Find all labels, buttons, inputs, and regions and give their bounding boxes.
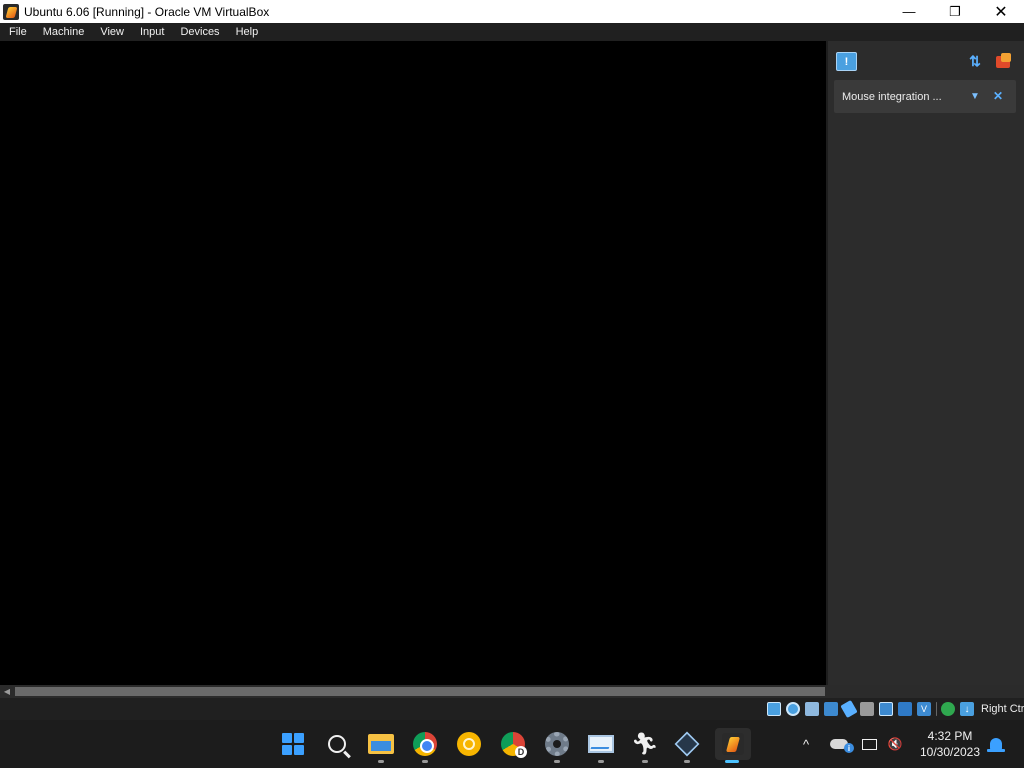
- vm-statusbar: V ↓ Right Ctrl: [0, 698, 1024, 720]
- notification-center: ! ⇅ Mouse integration ... ▼ ✕: [826, 41, 1024, 685]
- optical-drive-icon[interactable]: [786, 702, 800, 716]
- runner-icon: 🏃︎: [631, 731, 659, 756]
- chrome-button[interactable]: [409, 728, 441, 763]
- network-monitor-icon: [861, 738, 877, 750]
- vt-x-icon[interactable]: V: [917, 702, 931, 716]
- horizontal-scrollbar[interactable]: ◀: [0, 685, 1024, 698]
- notification-close-icon[interactable]: ✕: [991, 89, 1005, 103]
- search-icon: [328, 735, 346, 753]
- running-indicator: [642, 760, 648, 763]
- system-monitor-icon: [588, 735, 614, 753]
- volume-muted-icon: 🔇: [887, 737, 903, 751]
- close-icon: ✕: [994, 3, 1008, 21]
- chrome-canary-button[interactable]: [453, 728, 485, 760]
- menu-file[interactable]: File: [0, 23, 34, 41]
- scrollbar-thumb[interactable]: [15, 687, 825, 696]
- onedrive-icon: [830, 739, 854, 753]
- settings-icon: [545, 732, 569, 756]
- clear-all-icon[interactable]: [994, 52, 1014, 70]
- notification-item[interactable]: Mouse integration ... ▼ ✕: [834, 80, 1016, 113]
- network-icon[interactable]: [824, 702, 838, 716]
- scroll-left-icon[interactable]: ◀: [0, 685, 14, 698]
- window-titlebar: Ubuntu 6.06 [Running] - Oracle VM Virtua…: [0, 0, 1024, 23]
- settings-button[interactable]: [541, 728, 573, 763]
- virtualbox-manager-button[interactable]: [671, 728, 703, 763]
- search-button[interactable]: [321, 728, 353, 760]
- recording-icon[interactable]: [898, 702, 912, 716]
- notifications-button[interactable]: [986, 720, 1006, 768]
- running-indicator: [684, 760, 690, 763]
- file-explorer-button[interactable]: [365, 728, 397, 763]
- pin-icon[interactable]: ▼: [968, 89, 982, 103]
- chrome-icon: [413, 732, 437, 756]
- minimize-icon: —: [902, 4, 916, 19]
- taskbar-clock[interactable]: 4:32 PM 10/30/2023: [910, 728, 990, 760]
- sort-icon[interactable]: ⇅: [966, 52, 984, 70]
- clock-date: 10/30/2023: [919, 745, 981, 759]
- virtualbox-app-icon[interactable]: [3, 3, 19, 20]
- window-title: Ubuntu 6.06 [Running] - Oracle VM Virtua…: [24, 4, 270, 19]
- restore-icon: ❐: [949, 3, 961, 19]
- onedrive-tray-button[interactable]: [826, 720, 854, 768]
- maximize-button[interactable]: ❐: [932, 0, 978, 23]
- system-monitor-button[interactable]: [585, 728, 617, 763]
- file-explorer-icon: [368, 734, 394, 754]
- menu-devices[interactable]: Devices: [171, 23, 226, 41]
- menu-input[interactable]: Input: [131, 23, 171, 41]
- hard-disk-icon[interactable]: [767, 702, 781, 716]
- audio-icon[interactable]: [805, 702, 819, 716]
- running-indicator: [554, 760, 560, 763]
- notification-text: Mouse integration ...: [842, 90, 942, 103]
- close-button[interactable]: ✕: [978, 0, 1024, 23]
- volume-tray-button[interactable]: 🔇: [884, 720, 906, 768]
- bell-icon: [987, 738, 1005, 752]
- active-indicator: [725, 760, 739, 763]
- menu-view[interactable]: View: [91, 23, 131, 41]
- minimize-button[interactable]: —: [886, 0, 932, 23]
- usb-icon[interactable]: [840, 699, 858, 719]
- statusbar-separator: [936, 702, 937, 716]
- notification-toolbar: ! ⇅: [828, 41, 1024, 77]
- running-indicator: [378, 760, 384, 763]
- chevron-up-icon: ^: [802, 736, 810, 752]
- host-key-label: Right Ctrl: [981, 703, 1024, 715]
- windows-taskbar: 🏃︎ ^ 🔇 4:32 PM 10/30/2023: [0, 720, 1024, 768]
- menu-bar: File Machine View Input Devices Help: [0, 23, 1024, 41]
- running-indicator: [422, 760, 428, 763]
- virtualbox-vm-icon: [722, 733, 744, 755]
- virtualbox-vm-button[interactable]: [715, 728, 751, 763]
- start-button[interactable]: [277, 728, 309, 760]
- start-icon: [282, 733, 304, 755]
- virtualbox-manager-icon: [674, 731, 700, 757]
- keyboard-capture-icon[interactable]: ↓: [960, 702, 974, 716]
- menu-machine[interactable]: Machine: [34, 23, 92, 41]
- vm-display[interactable]: [0, 41, 826, 685]
- chrome-dev-icon: [501, 732, 527, 758]
- show-hidden-icons-button[interactable]: ^: [796, 720, 816, 768]
- running-indicator: [598, 760, 604, 763]
- display-icon[interactable]: [879, 702, 893, 716]
- mouse-integration-icon[interactable]: [941, 702, 955, 716]
- message-icon[interactable]: !: [836, 52, 857, 71]
- chrome-dev-button[interactable]: [497, 728, 529, 760]
- chrome-canary-icon: [457, 732, 481, 756]
- network-tray-button[interactable]: [858, 720, 880, 768]
- menu-help[interactable]: Help: [227, 23, 266, 41]
- shared-folders-icon[interactable]: [860, 702, 874, 716]
- clock-time: 4:32 PM: [927, 729, 973, 743]
- runner-button[interactable]: 🏃︎: [629, 728, 661, 763]
